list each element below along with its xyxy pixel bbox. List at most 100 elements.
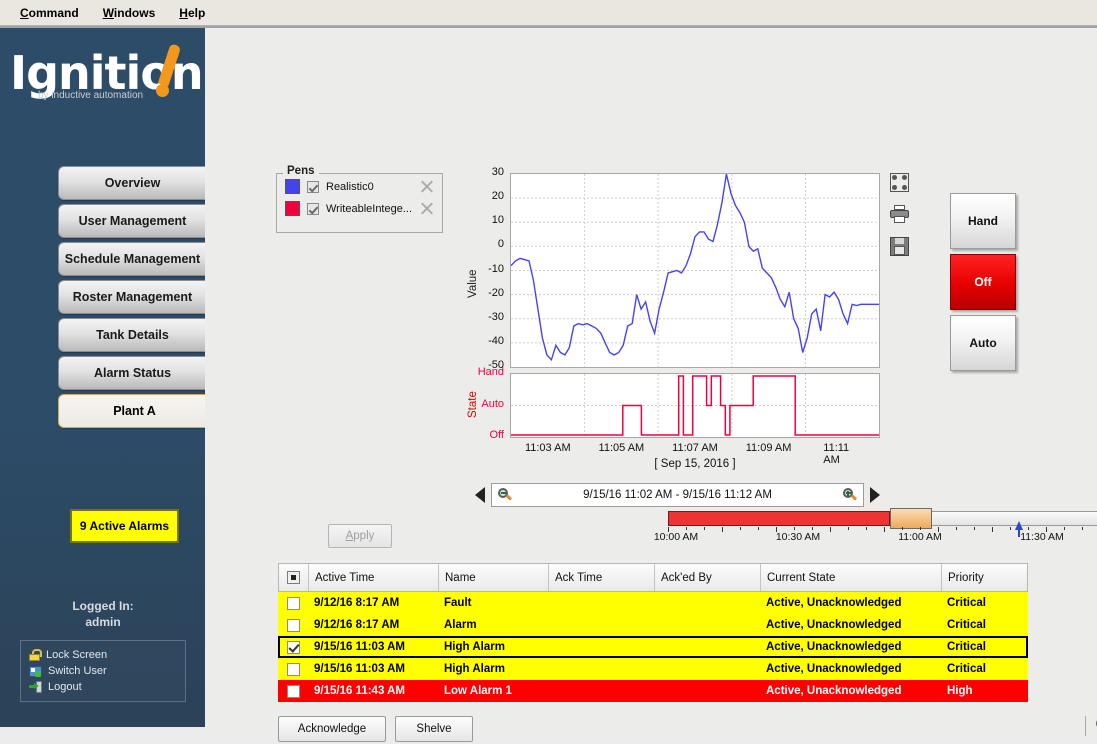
cell-current-state: Active, Unacknowledged (760, 614, 941, 636)
column-header-active-time[interactable]: Active Time (309, 564, 439, 591)
timeline-tick-mark (902, 527, 903, 530)
x-tick-label: 11:09 AM (746, 442, 792, 454)
range-next-button[interactable] (870, 487, 880, 503)
row-checkbox[interactable] (287, 663, 300, 676)
chart-toolbar (890, 173, 912, 269)
pen-remove-icon[interactable] (421, 180, 434, 193)
timeline-range-handle[interactable] (890, 508, 932, 529)
pen-visibility-checkbox[interactable] (307, 203, 319, 215)
table-row[interactable]: 9/15/16 11:03 AMHigh AlarmActive, Unackn… (278, 658, 1028, 680)
timeline-tick-mark (704, 527, 705, 530)
pens-panel: Pens Realistic0 WriteableIntege... (276, 173, 443, 233)
row-select-cell[interactable] (278, 680, 308, 702)
cell-priority: Critical (941, 658, 1026, 680)
switch-user-action[interactable]: Switch User (29, 663, 177, 679)
x-tick-label: 11:03 AM (525, 442, 571, 454)
row-checkbox[interactable] (287, 641, 300, 654)
cell-ack-time (548, 680, 654, 702)
row-select-cell[interactable] (278, 614, 308, 636)
off-mode-button[interactable]: Off (950, 254, 1016, 310)
sidebar-item-user-management[interactable]: User Management (58, 204, 206, 238)
left-sidebar: Ignition by inductive automation Overvie… (0, 28, 205, 727)
cell-acked-by (654, 614, 760, 636)
timeline-track[interactable] (668, 511, 1097, 527)
menu-mnemonic: H (179, 6, 188, 20)
range-display-field[interactable]: 9/15/16 11:02 AM - 9/15/16 11:12 AM (491, 483, 864, 507)
cell-ack-time (548, 614, 654, 636)
menu-item-help[interactable]: Help (167, 3, 217, 23)
column-header-acked-by[interactable]: Ack'ed By (655, 564, 761, 591)
pen-color-swatch[interactable] (285, 201, 300, 216)
cell-current-state: Active, Unacknowledged (760, 680, 941, 702)
zoom-in-icon[interactable] (843, 488, 857, 502)
alarm-table-body: 9/12/16 8:17 AMFaultActive, Unacknowledg… (278, 592, 1028, 702)
sidebar-item-tank-details[interactable]: Tank Details (58, 318, 206, 352)
sidebar-item-plant-a[interactable]: Plant A (58, 394, 210, 428)
print-icon[interactable] (890, 205, 909, 224)
select-all-checkbox[interactable] (287, 571, 300, 584)
pen-color-swatch[interactable] (285, 179, 300, 194)
sidebar-login-panel: Logged In: admin Lock Screen Switch User… (20, 598, 186, 702)
column-header-ack-time[interactable]: Ack Time (549, 564, 655, 591)
pen-visibility-checkbox[interactable] (307, 181, 319, 193)
table-row[interactable]: 9/15/16 11:03 AMHigh AlarmActive, Unackn… (278, 636, 1028, 658)
state-tick-label: Off (460, 429, 504, 441)
alarm-actions-bar: Acknowledge Shelve (278, 714, 1097, 744)
zoom-out-icon[interactable] (498, 488, 512, 502)
cell-priority: High (941, 680, 1026, 702)
select-all-column[interactable] (279, 564, 309, 591)
cell-ack-time (548, 592, 654, 614)
table-row[interactable]: 9/12/16 8:17 AMFaultActive, Unacknowledg… (278, 592, 1028, 614)
cell-active-time: 9/15/16 11:43 AM (308, 680, 438, 702)
row-checkbox[interactable] (287, 597, 300, 610)
lock-screen-action[interactable]: Lock Screen (29, 647, 177, 663)
column-header-name[interactable]: Name (439, 564, 549, 591)
menu-mnemonic: C (20, 6, 29, 20)
switch-user-icon (29, 666, 42, 677)
menu-item-windows[interactable]: Windows (91, 3, 168, 23)
row-checkbox[interactable] (287, 619, 300, 632)
sidebar-item-alarm-status[interactable]: Alarm Status (58, 356, 206, 390)
sidebar-item-overview[interactable]: Overview (58, 166, 206, 200)
sidebar-item-label: User Management (79, 214, 187, 228)
row-select-cell[interactable] (278, 658, 308, 680)
pen-remove-icon[interactable] (421, 202, 434, 215)
value-plot-area[interactable] (510, 173, 880, 368)
cell-ack-time (548, 658, 654, 680)
y-tick-label: 20 (460, 190, 504, 202)
logout-action[interactable]: Logout (29, 679, 177, 695)
time-range-selector: 9/15/16 11:02 AM - 9/15/16 11:12 AM (475, 483, 880, 507)
expand-icon[interactable] (890, 173, 909, 192)
state-plot-area[interactable] (510, 373, 880, 438)
table-row[interactable]: 9/15/16 11:43 AMLow Alarm 1Active, Unack… (278, 680, 1028, 702)
state-tick-label: Hand (460, 366, 504, 378)
active-alarms-badge[interactable]: 9 Active Alarms (70, 509, 179, 543)
sidebar-item-roster-management[interactable]: Roster Management (58, 280, 206, 314)
row-select-cell[interactable] (278, 636, 308, 658)
row-select-cell[interactable] (278, 592, 308, 614)
timeline-tick-label: 11:30 AM (1020, 531, 1064, 543)
row-checkbox[interactable] (287, 685, 300, 698)
table-row[interactable]: 9/12/16 8:17 AMAlarmActive, Unacknowledg… (278, 614, 1028, 636)
pen-label: WriteableIntege... (326, 203, 414, 215)
menu-item-command[interactable]: Command (8, 3, 91, 23)
sidebar-item-schedule-management[interactable]: Schedule Management (58, 242, 206, 276)
auto-mode-button[interactable]: Auto (950, 315, 1016, 371)
lock-screen-label: Lock Screen (46, 649, 107, 661)
range-previous-button[interactable] (475, 487, 485, 503)
cell-priority: Critical (941, 614, 1026, 636)
save-icon[interactable] (890, 237, 909, 256)
shelve-button[interactable]: Shelve (395, 716, 473, 742)
app-window: Ignition by inductive automation Overvie… (0, 26, 1097, 727)
acknowledge-button[interactable]: Acknowledge (278, 716, 386, 742)
column-header-current-state[interactable]: Current State (761, 564, 942, 591)
x-tick-label: 11:07 AM (672, 442, 718, 454)
pen-row: WriteableIntege... (277, 199, 442, 218)
hand-mode-button[interactable]: Hand (950, 193, 1016, 249)
timeline-tick-mark (722, 527, 723, 532)
apply-button[interactable]: Apply (328, 524, 392, 548)
column-header-priority[interactable]: Priority (942, 564, 1027, 591)
timeline-tick-mark (794, 527, 795, 530)
timeline-tick-mark (848, 527, 849, 530)
shelve-label: Shelve (416, 723, 451, 735)
